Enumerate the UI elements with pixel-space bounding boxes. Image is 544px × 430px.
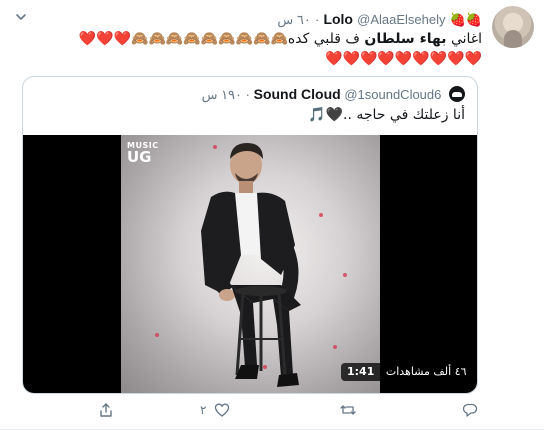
like-count: ٢ [200, 403, 207, 417]
retweet-button[interactable] [340, 400, 356, 420]
quoted-header: Sound Cloud @1soundCloud6 · ١٩٠ س [202, 85, 465, 104]
tweet-text-line2: ❤️❤️❤️❤️❤️❤️❤️❤️❤️ [325, 51, 482, 67]
watermark-bottom: UG [127, 148, 152, 166]
tweet-text-line1: اغاني بهاء سلطان ف قلبي كده🙈🙈🙈🙈🙈🙈🙈🙈🙈❤️❤️… [79, 30, 482, 48]
share-button[interactable] [98, 400, 114, 420]
video-duration: 1:41 [347, 365, 375, 378]
like-button[interactable]: ٢ [200, 400, 230, 420]
tweet-text-bold: بهاء سلطان [364, 31, 447, 47]
share-icon [100, 403, 112, 417]
tweet-text-start: اغاني [446, 31, 482, 47]
reply-button[interactable] [462, 400, 478, 420]
video-stats-badge: ٤٦ ألف مشاهدات 1:41 [341, 363, 473, 381]
chevron-down-icon[interactable] [14, 10, 28, 24]
tweet[interactable]: 🍓🍓 Lolo @AlaaElsehely · ٦٠ س اغاني بهاء … [0, 0, 544, 430]
separator-dot: · [245, 87, 250, 102]
tweet-actions: ٢ [0, 400, 544, 422]
like-icon [215, 403, 230, 417]
author-handle[interactable]: @AlaaElsehely [357, 12, 445, 27]
quoted-time[interactable]: ١٩٠ س [202, 87, 242, 102]
separator-dot: · [314, 12, 320, 27]
quoted-author-name[interactable]: Sound Cloud [254, 86, 341, 102]
music-ug-logo: MUSIC UG [127, 141, 159, 166]
reply-icon [462, 403, 478, 417]
tweet-text-end: ف قلبي كده🙈🙈🙈🙈🙈🙈🙈🙈🙈❤️❤️❤️ [78, 31, 365, 47]
soundcloud-icon [449, 86, 465, 102]
video-player[interactable]: MUSIC UG ٤٦ ألف مشاهدات 1:41 [23, 135, 477, 393]
retweet-icon [340, 405, 356, 415]
sparkle [155, 333, 159, 337]
quoted-tweet[interactable]: Sound Cloud @1soundCloud6 · ١٩٠ س أنا زع… [22, 76, 478, 394]
quoted-author-handle[interactable]: @1soundCloud6 [344, 87, 441, 102]
author-emoji: 🍓🍓 [449, 13, 482, 28]
video-views: ٤٦ ألف مشاهدات [385, 365, 467, 378]
tweet-header: 🍓🍓 Lolo @AlaaElsehely · ٦٠ س [277, 10, 482, 30]
author-name[interactable]: Lolo [323, 11, 353, 27]
author-avatar[interactable] [492, 6, 534, 48]
video-thumbnail[interactable]: MUSIC UG [121, 135, 380, 393]
singer-figure [201, 143, 301, 387]
quoted-text: أنا زعلتك في حاجه ..🖤🎵 [308, 107, 465, 123]
tweet-time[interactable]: ٦٠ س [277, 12, 310, 27]
